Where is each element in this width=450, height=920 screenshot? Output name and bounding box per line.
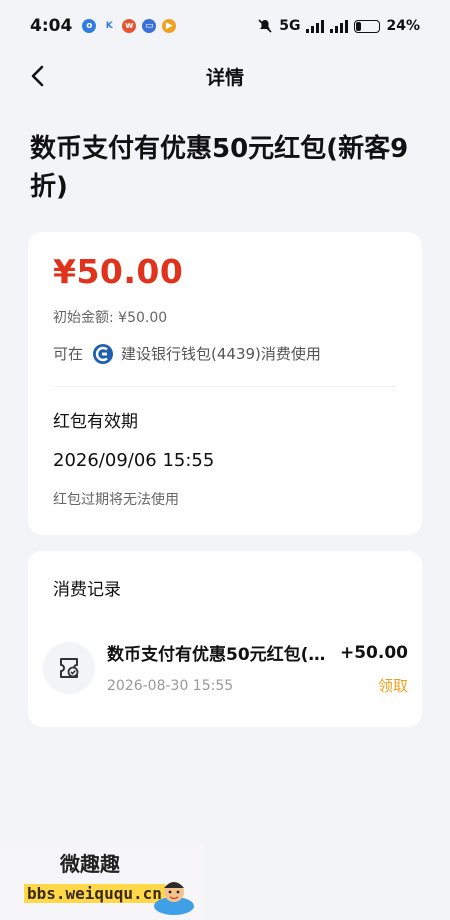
battery-icon xyxy=(354,19,381,33)
o-icon: o xyxy=(82,19,97,33)
record-amount: +50.00 xyxy=(339,642,408,663)
initial-amount-row: 初始金额: ¥50.00 xyxy=(53,307,396,327)
video-icon: ▶ xyxy=(162,19,177,33)
watermark-title: 微趣趣 xyxy=(60,852,120,876)
watermark: 微趣趣 bbs.weiququ.cn xyxy=(0,842,205,920)
record-row-bottom: 2026-08-30 15:55 领取 xyxy=(107,675,408,696)
expiry-note: 红包过期将无法使用 xyxy=(53,492,179,508)
record-row-top: 数币支付有优惠50元红包(… +50.00 xyxy=(107,640,408,666)
battery-percent: 24% xyxy=(386,18,420,34)
usage-text: 建设银行钱包(4439)消费使用 xyxy=(121,345,321,363)
coupon-check-icon xyxy=(43,642,95,694)
records-card: 消费记录 数币支付有优惠50元红包(… +50.00 2026-08-30 15… xyxy=(28,551,422,727)
validity-date: 2026/09/06 15:55 xyxy=(53,450,215,471)
coupon-amount: ¥50.00 xyxy=(53,252,184,291)
page-title: 数币支付有优惠50元红包(新客9折) xyxy=(30,134,409,202)
status-right: 5G 24% xyxy=(257,18,420,34)
chevron-left-icon xyxy=(31,65,44,87)
mute-icon xyxy=(258,19,272,33)
message-icon: ▭ xyxy=(142,19,157,33)
watermark-url: bbs.weiququ.cn xyxy=(24,884,165,903)
signal-icon-2 xyxy=(330,19,349,33)
coupon-card: ¥50.00 初始金额: ¥50.00 可在 建设银行钱包(4439)消费使用 … xyxy=(28,232,422,535)
record-body: 数币支付有优惠50元红包(… +50.00 2026-08-30 15:55 领… xyxy=(107,640,408,696)
validity-label: 红包有效期 xyxy=(53,412,138,432)
ccb-bank-logo-icon xyxy=(93,343,114,364)
network-label: 5G xyxy=(279,18,301,34)
usage-prefix: 可在 xyxy=(53,345,84,363)
nav-bar: 详情 xyxy=(0,52,450,100)
usage-row: 可在 建设银行钱包(4439)消费使用 xyxy=(53,343,396,364)
record-name: 数币支付有优惠50元红包(… xyxy=(107,645,326,665)
k-icon: K xyxy=(105,21,113,31)
back-button[interactable] xyxy=(24,62,50,90)
status-bar: 4:04 o K w ▭ ▶ 5G 24% xyxy=(0,0,450,52)
signal-icon xyxy=(306,19,325,33)
status-time: 4:04 xyxy=(30,16,73,36)
record-time: 2026-08-30 15:55 xyxy=(107,677,234,694)
list-item[interactable]: 数币支付有优惠50元红包(… +50.00 2026-08-30 15:55 领… xyxy=(43,640,408,696)
record-action-label: 领取 xyxy=(377,677,408,695)
status-left: 4:04 o K w ▭ ▶ xyxy=(30,16,177,36)
divider xyxy=(53,386,396,387)
weibo-icon: w xyxy=(122,19,137,33)
records-title: 消费记录 xyxy=(53,580,121,600)
initial-amount-label: 初始金额: xyxy=(53,310,114,326)
initial-amount-value: ¥50.00 xyxy=(118,310,168,326)
nav-title: 详情 xyxy=(205,66,244,89)
mascot-icon xyxy=(154,882,194,915)
